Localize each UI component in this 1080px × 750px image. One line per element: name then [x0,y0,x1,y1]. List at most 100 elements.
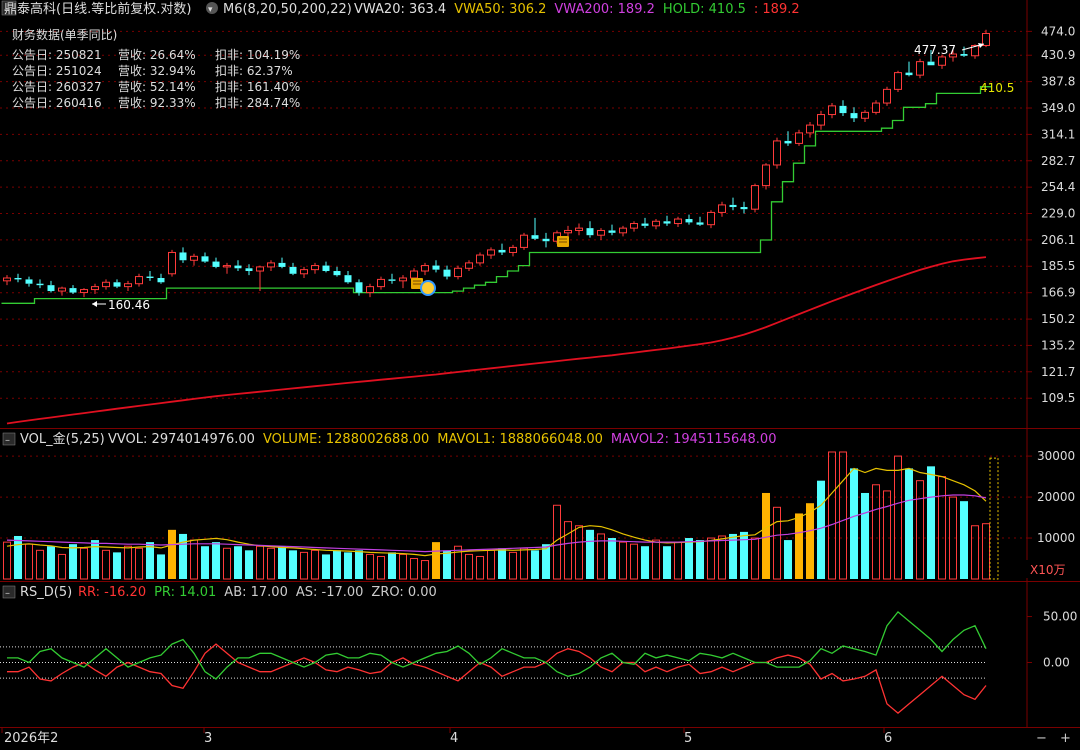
high-price-label: 477.37 [914,43,956,57]
price-header: – 鼎泰高科(日线.等比前复权.对数) ▾ M6(8,20,50,200,22)… [1,0,800,17]
finance-date: 公告日: 251024 [12,64,102,78]
rs-value: ZRO: 0.00 [371,585,436,600]
volume-bar [531,550,539,579]
price-tick-label: 135.2 [1041,338,1075,352]
volume-bar [795,513,803,579]
volume-indicator-values: VVOL: 2974014976.00 VOLUME: 1288002688.00… [108,432,776,447]
volume-bar [47,546,55,579]
price-tick-label: 166.9 [1041,286,1075,300]
rs-value: PR: 14.01 [154,585,216,600]
stock-title: 鼎泰高科(日线.等比前复权.对数) [4,1,191,17]
finance-revenue: 营收: 92.33% [118,96,196,110]
volume-bar [14,535,22,579]
volume-bar [289,550,297,579]
volume-bar [91,540,99,579]
volume-bar [388,552,396,579]
price-tick-label: 229.0 [1041,207,1075,221]
volume-bar [157,554,165,579]
volume-bar [234,546,242,579]
indicator-value: VWA20: 363.4 [354,2,446,17]
rs-tick-label: 50.00 [1043,610,1077,624]
candle [773,137,781,169]
volume-bar [212,542,220,579]
candle [762,163,770,190]
price-tick-label: 121.7 [1041,365,1075,379]
volume-bar [740,531,748,579]
x-tick-label: 3 [204,731,212,746]
rs-collapse-icon[interactable]: – [5,588,10,599]
volume-bar [245,550,253,579]
zoom-in-button[interactable]: + [1060,731,1071,746]
volume-bar [784,540,792,579]
price-tick-label: 282.7 [1041,154,1075,168]
finance-revenue: 营收: 32.94% [118,64,196,78]
indicator-name: M6(8,20,50,200,22) [223,2,352,17]
price-tick-label: 150.2 [1041,312,1075,326]
volume-bar [355,550,363,579]
volume-bar [168,529,176,579]
volume-bar [696,540,704,579]
volume-bar [817,480,825,579]
announcement-marker-icon[interactable] [557,236,569,247]
indicator-value: : 189.2 [754,2,800,17]
volume-collapse-icon[interactable]: – [5,435,10,446]
finance-date: 公告日: 260327 [12,80,102,94]
volume-tick-label: 10000 [1037,531,1075,545]
zoom-out-button[interactable]: − [1036,731,1047,746]
price-tick-label: 474.0 [1041,24,1075,38]
hold-value-label: 410.5 [980,81,1014,95]
volume-bar [443,550,451,579]
x-tick-label: 4 [450,731,458,746]
finance-revenue: 营收: 26.64% [118,48,196,62]
volume-header: – VOL_金(5,25) VVOL: 2974014976.00 VOLUME:… [2,431,776,447]
finance-title: 财务数据(单季同比) [12,27,117,42]
finance-net-profit: 扣非: 284.74% [215,96,300,110]
price-tick-label: 254.4 [1041,180,1075,194]
x-tick-label: 2026年2 [4,731,58,746]
volume-bar [278,546,286,579]
indicator-value: HOLD: 410.5 [663,2,746,17]
volume-bar [333,550,341,579]
rs-indicator-name: RS_D(5) [20,585,72,600]
rs-tick-label: 0.00 [1043,656,1070,670]
finance-net-profit: 扣非: 104.19% [215,48,300,62]
indicator-values: VWA20: 363.4 VWA50: 306.2 VWA200: 189.2 HOL… [354,2,800,17]
volume-tick-label: 20000 [1037,490,1075,504]
volume-value: MAVOL1: 1888066048.00 [437,432,603,447]
volume-bar [806,503,814,579]
price-tick-label: 185.5 [1041,259,1075,273]
rs-value: RR: -16.20 [78,585,146,600]
indicator-value: VWA200: 189.2 [554,2,654,17]
volume-bar [685,538,693,579]
volume-bar [113,552,121,579]
volume-bar [960,501,968,579]
candle [894,70,902,93]
x-tick-label: 6 [884,731,892,746]
price-tick-label: 314.1 [1041,127,1075,141]
volume-bar [322,554,330,579]
price-tick-label: 430.9 [1041,48,1075,62]
volume-bar [146,542,154,579]
rs-value: AS: -17.00 [296,585,364,600]
candle [916,58,924,79]
rs-indicator-values: RR: -16.20 PR: 14.01 AB: 17.00 AS: -17.00 ZR… [78,585,437,600]
volume-bar [586,529,594,579]
volume-unit: X10万 [1030,563,1066,577]
rs-value: AB: 17.00 [224,585,288,600]
volume-bar [927,466,935,579]
price-tick-label: 387.8 [1041,75,1075,89]
volume-bar [344,552,352,579]
volume-bar [498,548,506,579]
finance-date: 公告日: 250821 [12,48,102,62]
volume-bar [432,542,440,579]
volume-tick-label: 30000 [1037,449,1075,463]
volume-bar [663,546,671,579]
svg-text:▾: ▾ [208,5,213,15]
volume-value: MAVOL2: 1945115648.00 [611,432,777,447]
finance-revenue: 营收: 52.14% [118,80,196,94]
volume-value: VVOL: 2974014976.00 [108,432,255,447]
candle [520,232,528,250]
finance-date: 公告日: 260416 [12,96,102,110]
candle [751,183,759,213]
low-price-label: 160.46 [108,298,150,312]
